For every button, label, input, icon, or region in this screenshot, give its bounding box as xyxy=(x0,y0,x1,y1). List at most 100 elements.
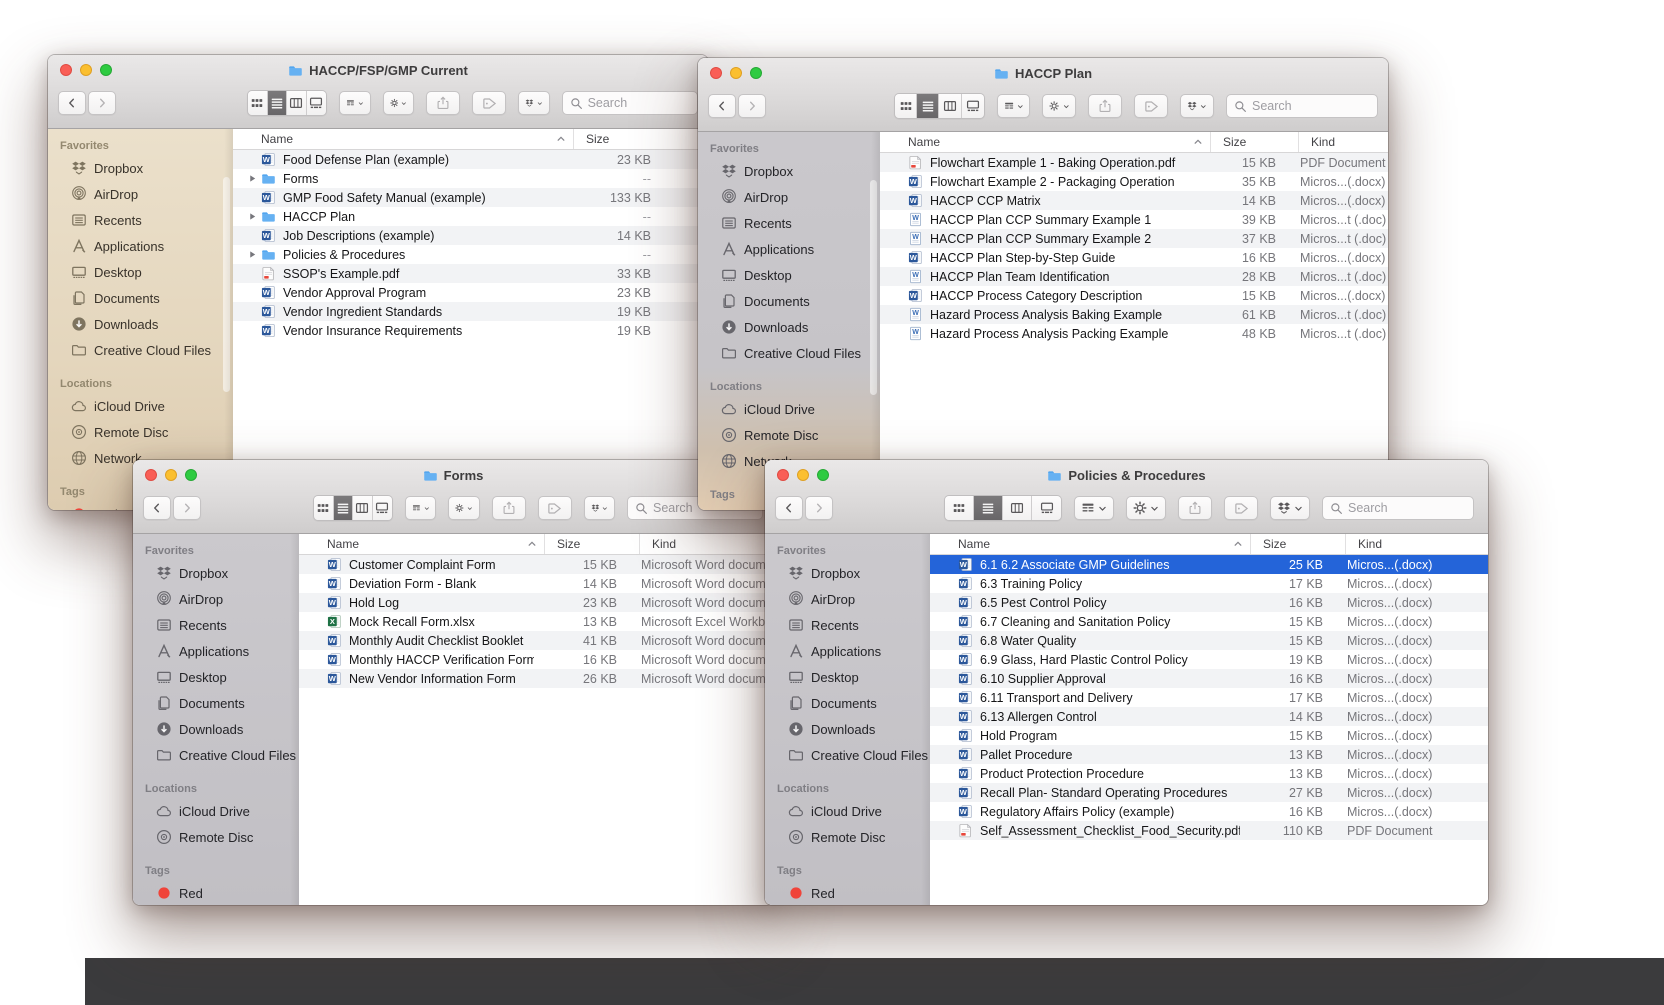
sidebar-item-desktop[interactable]: Desktop xyxy=(133,664,299,690)
sidebar-item-airdrop[interactable]: AirDrop xyxy=(133,586,299,612)
file-row[interactable]: SSOP's Example.pdf 33 KB xyxy=(233,264,708,283)
file-row[interactable]: W HACCP Process Category Description 15 … xyxy=(880,286,1388,305)
zoom-button[interactable] xyxy=(817,469,829,481)
disclosure-triangle-icon[interactable] xyxy=(243,212,261,221)
file-row[interactable]: W 6.10 Supplier Approval 16 KB Micros...… xyxy=(930,669,1488,688)
file-row[interactable]: W Job Descriptions (example) 14 KB xyxy=(233,226,708,245)
file-row[interactable]: W Deviation Form - Blank 14 KB Microsoft… xyxy=(299,574,773,593)
sidebar-item-desktop[interactable]: Desktop xyxy=(765,664,930,690)
tag-button[interactable] xyxy=(1134,94,1168,118)
gallery-view-button[interactable] xyxy=(373,496,392,520)
back-button[interactable] xyxy=(58,91,86,115)
file-row[interactable]: HACCP Plan -- xyxy=(233,207,708,226)
sidebar-item-desktop[interactable]: Desktop xyxy=(698,262,880,288)
dropbox-button[interactable] xyxy=(584,496,615,520)
titlebar[interactable]: HACCP/FSP/GMP Current xyxy=(48,55,708,85)
forward-button[interactable] xyxy=(173,496,201,520)
sidebar-item-red[interactable]: Red xyxy=(765,880,930,905)
minimize-button[interactable] xyxy=(165,469,177,481)
back-button[interactable] xyxy=(708,94,736,118)
sidebar-scrollbar[interactable] xyxy=(870,180,877,395)
sidebar-item-remote-disc[interactable]: Remote Disc xyxy=(133,824,299,850)
action-button[interactable] xyxy=(1042,94,1076,118)
search-input[interactable] xyxy=(588,96,690,110)
file-row[interactable]: W Monthly Audit Checklist Booklet 41 KB … xyxy=(299,631,773,650)
file-row[interactable]: W 6.7 Cleaning and Sanitation Policy 15 … xyxy=(930,612,1488,631)
search-field[interactable] xyxy=(562,91,698,115)
disclosure-triangle-icon[interactable] xyxy=(243,250,261,259)
file-row[interactable]: W GMP Food Safety Manual (example) 133 K… xyxy=(233,188,708,207)
forward-button[interactable] xyxy=(88,91,116,115)
column-header-size[interactable]: Size xyxy=(1210,132,1298,152)
sidebar-item-creative-cloud-files[interactable]: Creative Cloud Files xyxy=(133,742,299,768)
gallery-view-button[interactable] xyxy=(1032,496,1061,520)
sidebar-item-remote-disc[interactable]: Remote Disc xyxy=(698,422,880,448)
sidebar-item-downloads[interactable]: Downloads xyxy=(698,314,880,340)
sidebar-item-creative-cloud-files[interactable]: Creative Cloud Files xyxy=(48,337,233,363)
tag-button[interactable] xyxy=(1224,496,1258,520)
column-header-size[interactable]: Size xyxy=(1250,534,1345,554)
sidebar-item-dropbox[interactable]: Dropbox xyxy=(765,560,930,586)
sidebar-item-desktop[interactable]: Desktop xyxy=(48,259,233,285)
column-view-button[interactable] xyxy=(1003,496,1032,520)
close-button[interactable] xyxy=(777,469,789,481)
file-row[interactable]: W 6.9 Glass, Hard Plastic Control Policy… xyxy=(930,650,1488,669)
column-view-button[interactable] xyxy=(939,94,961,118)
back-button[interactable] xyxy=(775,496,803,520)
minimize-button[interactable] xyxy=(80,64,92,76)
sidebar-item-applications[interactable]: Applications xyxy=(765,638,930,664)
file-row[interactable]: W Product Protection Procedure 13 KB Mic… xyxy=(930,764,1488,783)
share-button[interactable] xyxy=(1088,94,1122,118)
file-row[interactable]: W 6.11 Transport and Delivery 17 KB Micr… xyxy=(930,688,1488,707)
group-button[interactable] xyxy=(405,496,436,520)
file-row[interactable]: W Vendor Ingredient Standards 19 KB xyxy=(233,302,708,321)
file-row[interactable]: W HACCP Plan CCP Summary Example 2 37 KB… xyxy=(880,229,1388,248)
column-header-size[interactable]: Size xyxy=(573,129,673,149)
file-row[interactable]: X Mock Recall Form.xlsx 13 KB Microsoft … xyxy=(299,612,773,631)
share-button[interactable] xyxy=(492,496,526,520)
column-header-size[interactable]: Size xyxy=(544,534,639,554)
file-row[interactable]: W New Vendor Information Form 26 KB Micr… xyxy=(299,669,773,688)
column-view-button[interactable] xyxy=(353,496,373,520)
icon-view-button[interactable] xyxy=(895,94,917,118)
file-row[interactable]: W Hold Program 15 KB Micros...(.docx) xyxy=(930,726,1488,745)
list-view-button[interactable] xyxy=(334,496,354,520)
column-header-kind[interactable]: Kind xyxy=(1298,132,1388,152)
sidebar-item-downloads[interactable]: Downloads xyxy=(765,716,930,742)
column-header-name[interactable]: Name xyxy=(880,132,1210,152)
search-field[interactable] xyxy=(1322,496,1474,520)
titlebar[interactable]: HACCP Plan xyxy=(698,58,1388,88)
sidebar-item-creative-cloud-files[interactable]: Creative Cloud Files xyxy=(698,340,880,366)
column-header-name[interactable]: Name xyxy=(930,534,1250,554)
titlebar[interactable]: Policies & Procedures xyxy=(765,460,1488,490)
sidebar-item-documents[interactable]: Documents xyxy=(48,285,233,311)
sidebar-item-creative-cloud-files[interactable]: Creative Cloud Files xyxy=(765,742,930,768)
file-row[interactable]: W 6.13 Allergen Control 14 KB Micros...(… xyxy=(930,707,1488,726)
group-button[interactable] xyxy=(1074,496,1114,520)
close-button[interactable] xyxy=(145,469,157,481)
sidebar-item-remote-disc[interactable]: Remote Disc xyxy=(765,824,930,850)
column-header-name[interactable]: Name xyxy=(299,534,544,554)
sidebar-item-applications[interactable]: Applications xyxy=(133,638,299,664)
file-row[interactable]: W 6.5 Pest Control Policy 16 KB Micros..… xyxy=(930,593,1488,612)
file-row[interactable]: W 6.8 Water Quality 15 KB Micros...(.doc… xyxy=(930,631,1488,650)
search-input[interactable] xyxy=(1348,501,1466,515)
sidebar-item-documents[interactable]: Documents xyxy=(765,690,930,716)
action-button[interactable] xyxy=(383,91,415,115)
file-row[interactable]: W Flowchart Example 2 - Packaging Operat… xyxy=(880,172,1388,191)
icon-view-button[interactable] xyxy=(314,496,334,520)
file-row[interactable]: W 6.1 6.2 Associate GMP Guidelines 25 KB… xyxy=(930,555,1488,574)
column-view-button[interactable] xyxy=(287,91,307,115)
file-row[interactable]: W Regulatory Affairs Policy (example) 16… xyxy=(930,802,1488,821)
list-view-button[interactable] xyxy=(268,91,288,115)
minimize-button[interactable] xyxy=(730,67,742,79)
file-row[interactable]: W 6.3 Training Policy 17 KB Micros...(.d… xyxy=(930,574,1488,593)
dropbox-button[interactable] xyxy=(1180,94,1214,118)
zoom-button[interactable] xyxy=(750,67,762,79)
zoom-button[interactable] xyxy=(100,64,112,76)
share-button[interactable] xyxy=(1178,496,1212,520)
sidebar-item-recents[interactable]: Recents xyxy=(133,612,299,638)
file-row[interactable]: W HACCP Plan Step-by-Step Guide 16 KB Mi… xyxy=(880,248,1388,267)
zoom-button[interactable] xyxy=(185,469,197,481)
sidebar-item-icloud-drive[interactable]: iCloud Drive xyxy=(765,798,930,824)
